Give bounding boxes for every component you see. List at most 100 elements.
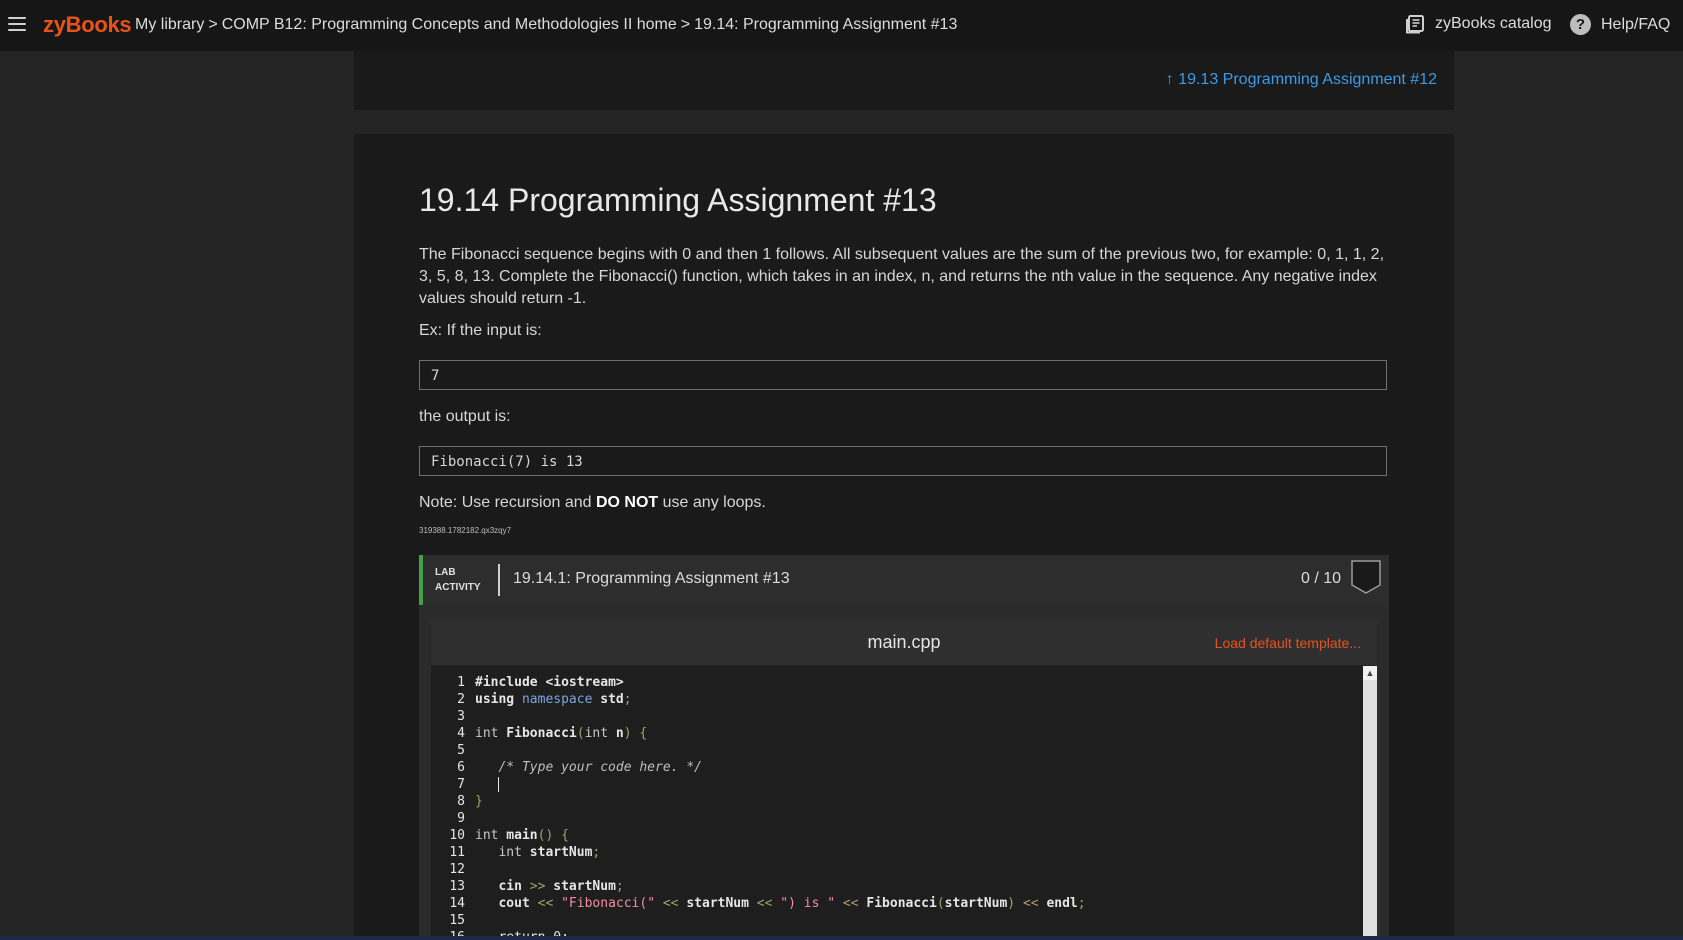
example-input-box: 7 xyxy=(419,360,1387,390)
line-number: 13 xyxy=(449,879,465,894)
lab-tag-line1: LAB xyxy=(435,567,456,578)
zybooks-logo[interactable]: zyBooks xyxy=(43,12,132,38)
load-default-template-link[interactable]: Load default template... xyxy=(1215,635,1361,651)
identifier-token: Fibonacci xyxy=(866,896,937,911)
code-line: /* Type your code here. */ xyxy=(475,759,1086,776)
line-number: 2 xyxy=(457,692,465,707)
breadcrumb: My library > COMP B12: Programming Concept… xyxy=(135,16,957,34)
code-line: int startNum; xyxy=(475,844,1086,861)
main-content-panel: 19.14 Programming Assignment #13 The Fib… xyxy=(354,134,1454,940)
punct-token: ) { xyxy=(623,726,648,741)
keyword-token: using xyxy=(475,692,515,707)
code-line: } xyxy=(475,793,1086,810)
line-number: 1 xyxy=(457,675,465,690)
line-number: 7 xyxy=(457,777,465,792)
line-number-gutter: 1 2 3 4 5 6 7 8 9 10 11 12 13 14 15 16 xyxy=(431,674,467,940)
line-number: 6 xyxy=(457,760,465,775)
code-content[interactable]: #include <iostream> using namespace std;… xyxy=(475,674,1086,940)
code-line: int Fibonacci(int n) { xyxy=(475,725,1086,742)
lab-activity-header: LAB ACTIVITY 19.14.1: Programming Assign… xyxy=(419,555,1389,605)
editor-header: main.cpp Load default template... xyxy=(431,621,1377,666)
operator-token: >> xyxy=(521,879,554,894)
punct-token: ; xyxy=(592,845,601,860)
line-number: 12 xyxy=(449,862,465,877)
example-output-box: Fibonacci(7) is 13 xyxy=(419,446,1387,476)
note-prefix: Note: Use recursion and xyxy=(419,494,596,511)
identifier-token: startNum xyxy=(686,896,749,911)
code-line: #include <iostream> xyxy=(475,674,1086,691)
identifier-token: std xyxy=(592,692,624,707)
punct-token: ; xyxy=(1077,896,1086,911)
punct-token: ; xyxy=(615,879,624,894)
breadcrumb-separator: > xyxy=(208,16,218,33)
string-token: ") is " xyxy=(780,896,836,911)
identifier-token: endl xyxy=(1046,896,1078,911)
punct-token: ( xyxy=(576,726,585,741)
code-line: using namespace std; xyxy=(475,691,1086,708)
help-link[interactable]: ? Help/FAQ xyxy=(1570,14,1670,35)
line-number: 11 xyxy=(449,845,465,860)
operator-token: << xyxy=(1015,896,1047,911)
code-editor[interactable]: 1 2 3 4 5 6 7 8 9 10 11 12 13 14 15 16 #include <iostre… xyxy=(431,666,1377,940)
completion-badge-icon xyxy=(1351,560,1381,594)
editor-scrollbar[interactable]: ▲ xyxy=(1363,666,1377,940)
punct-token: ) xyxy=(1007,896,1016,911)
line-number: 14 xyxy=(449,896,465,911)
arrow-up-icon: ↑ xyxy=(1165,71,1174,88)
line-number: 15 xyxy=(449,913,465,928)
help-label: Help/FAQ xyxy=(1601,15,1671,33)
type-token: int xyxy=(475,726,499,741)
example-output-label: the output is: xyxy=(419,408,511,425)
identifier-token: cout xyxy=(475,896,530,911)
assignment-description: The Fibonacci sequence begins with 0 and… xyxy=(419,246,1385,307)
punct-token: } xyxy=(475,794,483,809)
line-number: 4 xyxy=(457,726,465,741)
code-line: cin >> startNum; xyxy=(475,878,1086,895)
line-number: 8 xyxy=(457,794,465,809)
breadcrumb-separator: > xyxy=(680,16,691,33)
lab-tag-line2: ACTIVITY xyxy=(435,582,481,593)
keyword-token: namespace xyxy=(514,692,593,707)
book-catalog-icon xyxy=(1406,15,1424,34)
previous-section-link[interactable]: ↑ 19.13 Programming Assignment #12 xyxy=(1166,71,1437,89)
identifier-token: cin xyxy=(475,879,522,894)
code-line: cout << "Fibonacci(" << startNum << ") i… xyxy=(475,895,1086,912)
catalog-label: zyBooks catalog xyxy=(1435,15,1552,32)
preprocessor-token: #include xyxy=(475,675,538,690)
type-token: int xyxy=(584,726,609,741)
identifier-token: startNum xyxy=(944,896,1008,911)
scroll-up-arrow-icon[interactable]: ▲ xyxy=(1363,666,1377,680)
help-icon: ? xyxy=(1570,14,1591,35)
line-number: 9 xyxy=(457,811,465,826)
include-token: <iostream> xyxy=(537,675,624,690)
line-number: 10 xyxy=(449,828,465,843)
type-token: int xyxy=(475,828,499,843)
bottom-strip xyxy=(0,936,1683,940)
operator-token: << xyxy=(748,896,781,911)
catalog-link[interactable]: zyBooks catalog xyxy=(1405,14,1552,34)
lab-activity-tag: LAB ACTIVITY xyxy=(435,565,481,595)
comment-token: /* Type your code here. */ xyxy=(475,760,702,775)
breadcrumb-course[interactable]: COMP B12: Programming Concepts and Metho… xyxy=(222,16,677,33)
type-token: int xyxy=(475,845,522,860)
previous-section-label: 19.13 Programming Assignment #12 xyxy=(1178,71,1437,88)
breadcrumb-my-library[interactable]: My library xyxy=(135,16,204,33)
note-emphasis: DO NOT xyxy=(595,494,659,511)
string-token: "Fibonacci(" xyxy=(561,896,656,911)
lab-activity-title: 19.14.1: Programming Assignment #13 xyxy=(513,570,790,587)
operator-token: << xyxy=(835,896,867,911)
note-suffix: use any loops. xyxy=(658,494,766,511)
operator-token: << xyxy=(655,896,687,911)
line-number: 3 xyxy=(457,709,465,724)
punct-token: ( xyxy=(936,896,945,911)
line-number: 5 xyxy=(457,743,465,758)
hamburger-menu-icon[interactable] xyxy=(8,17,26,33)
identifier-token: Fibonacci xyxy=(498,726,577,741)
top-bar: zyBooks My library > COMP B12: Programming… xyxy=(0,0,1683,51)
identifier-token: main xyxy=(498,828,538,843)
